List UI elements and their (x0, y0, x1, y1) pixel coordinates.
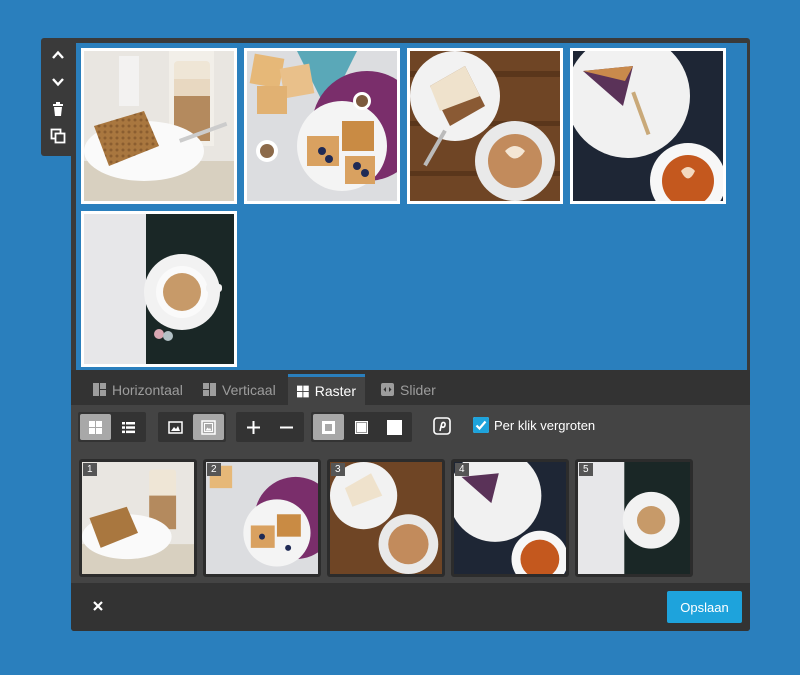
thumbnail-item[interactable]: 3 (327, 459, 445, 577)
editor-footer: Opslaan (71, 583, 750, 631)
tab-horizontal-label: Horizontaal (112, 381, 183, 398)
layout-vertical-icon (203, 383, 216, 396)
thumbnail-number: 1 (83, 463, 97, 476)
image-framed-icon (201, 419, 216, 435)
list-icon (122, 421, 135, 433)
tab-slider-label: Slider (400, 381, 436, 398)
chevron-up-icon (52, 50, 64, 59)
move-down-button[interactable] (45, 69, 71, 95)
border-group (311, 412, 412, 442)
tab-horizontal[interactable]: Horizontaal (84, 374, 192, 405)
preview-photo-coffee-cup[interactable] (81, 211, 237, 367)
minus-icon (280, 426, 293, 428)
layout-horizontal-icon (93, 383, 106, 396)
remove-column-button[interactable] (271, 414, 302, 440)
zoom-on-click-checkbox[interactable] (473, 417, 489, 433)
layout-tabs: Horizontaal Verticaal Raster Slider (71, 370, 750, 405)
border-thick-button[interactable] (313, 414, 344, 440)
thumbnail-item[interactable]: 4 (451, 459, 569, 577)
thumbnail-number: 3 (331, 463, 345, 476)
image-cover-button[interactable] (160, 414, 191, 440)
border-thin-icon (355, 420, 368, 434)
gallery-preview (76, 43, 747, 370)
move-up-button[interactable] (45, 42, 71, 68)
tab-slider[interactable]: Slider (372, 374, 445, 405)
thumbnail-item[interactable]: 2 (203, 459, 321, 577)
tab-raster-label: Raster (314, 383, 356, 399)
thumbnail-number: 2 (207, 463, 221, 476)
border-thick-icon (322, 420, 335, 434)
list-view-button[interactable] (113, 414, 144, 440)
duplicate-button[interactable] (45, 123, 71, 149)
tab-vertical[interactable]: Verticaal (194, 374, 285, 405)
preview-photo-pie-latte[interactable] (570, 48, 726, 204)
plus-icon (247, 420, 260, 434)
preview-photo-toasts[interactable] (244, 48, 400, 204)
delete-button[interactable] (45, 96, 71, 122)
block-toolbar (41, 38, 75, 156)
square-icon (387, 419, 402, 435)
grid-view-button[interactable] (80, 414, 111, 440)
zoom-on-click-toggle[interactable]: Per klik vergroten (473, 417, 595, 433)
pinterest-icon[interactable] (433, 417, 451, 435)
grid-icon (89, 420, 102, 434)
grid-icon (297, 385, 309, 397)
thumbnail-number: 5 (579, 463, 593, 476)
preview-photo-cake-cappuccino[interactable] (407, 48, 563, 204)
border-thin-button[interactable] (346, 414, 377, 440)
slider-icon (381, 383, 394, 396)
border-none-button[interactable] (379, 414, 410, 440)
checkmark-icon (473, 417, 489, 433)
image-fit-group (158, 412, 226, 442)
chevron-down-icon (52, 78, 64, 87)
tab-raster[interactable]: Raster (288, 374, 365, 405)
save-button[interactable]: Opslaan (667, 591, 742, 623)
zoom-on-click-label: Per klik vergroten (494, 417, 596, 433)
preview-photo-cake-latte[interactable] (81, 48, 237, 204)
copy-icon (50, 128, 66, 144)
gallery-editor: Horizontaal Verticaal Raster Slider Per … (71, 38, 750, 631)
view-mode-group (78, 412, 146, 442)
thumbnail-item[interactable]: 1 (79, 459, 197, 577)
image-icon (168, 420, 183, 434)
thumbnail-item[interactable]: 5 (575, 459, 693, 577)
tab-vertical-label: Verticaal (222, 381, 276, 398)
add-column-button[interactable] (238, 414, 269, 440)
trash-icon (53, 102, 63, 116)
close-icon[interactable] (89, 597, 107, 615)
image-contain-button[interactable] (193, 414, 224, 440)
thumbnail-strip: 1 2 3 4 5 (71, 450, 750, 583)
columns-group (236, 412, 304, 442)
thumbnail-number: 4 (455, 463, 469, 476)
options-bar: Per klik vergroten (71, 405, 750, 450)
